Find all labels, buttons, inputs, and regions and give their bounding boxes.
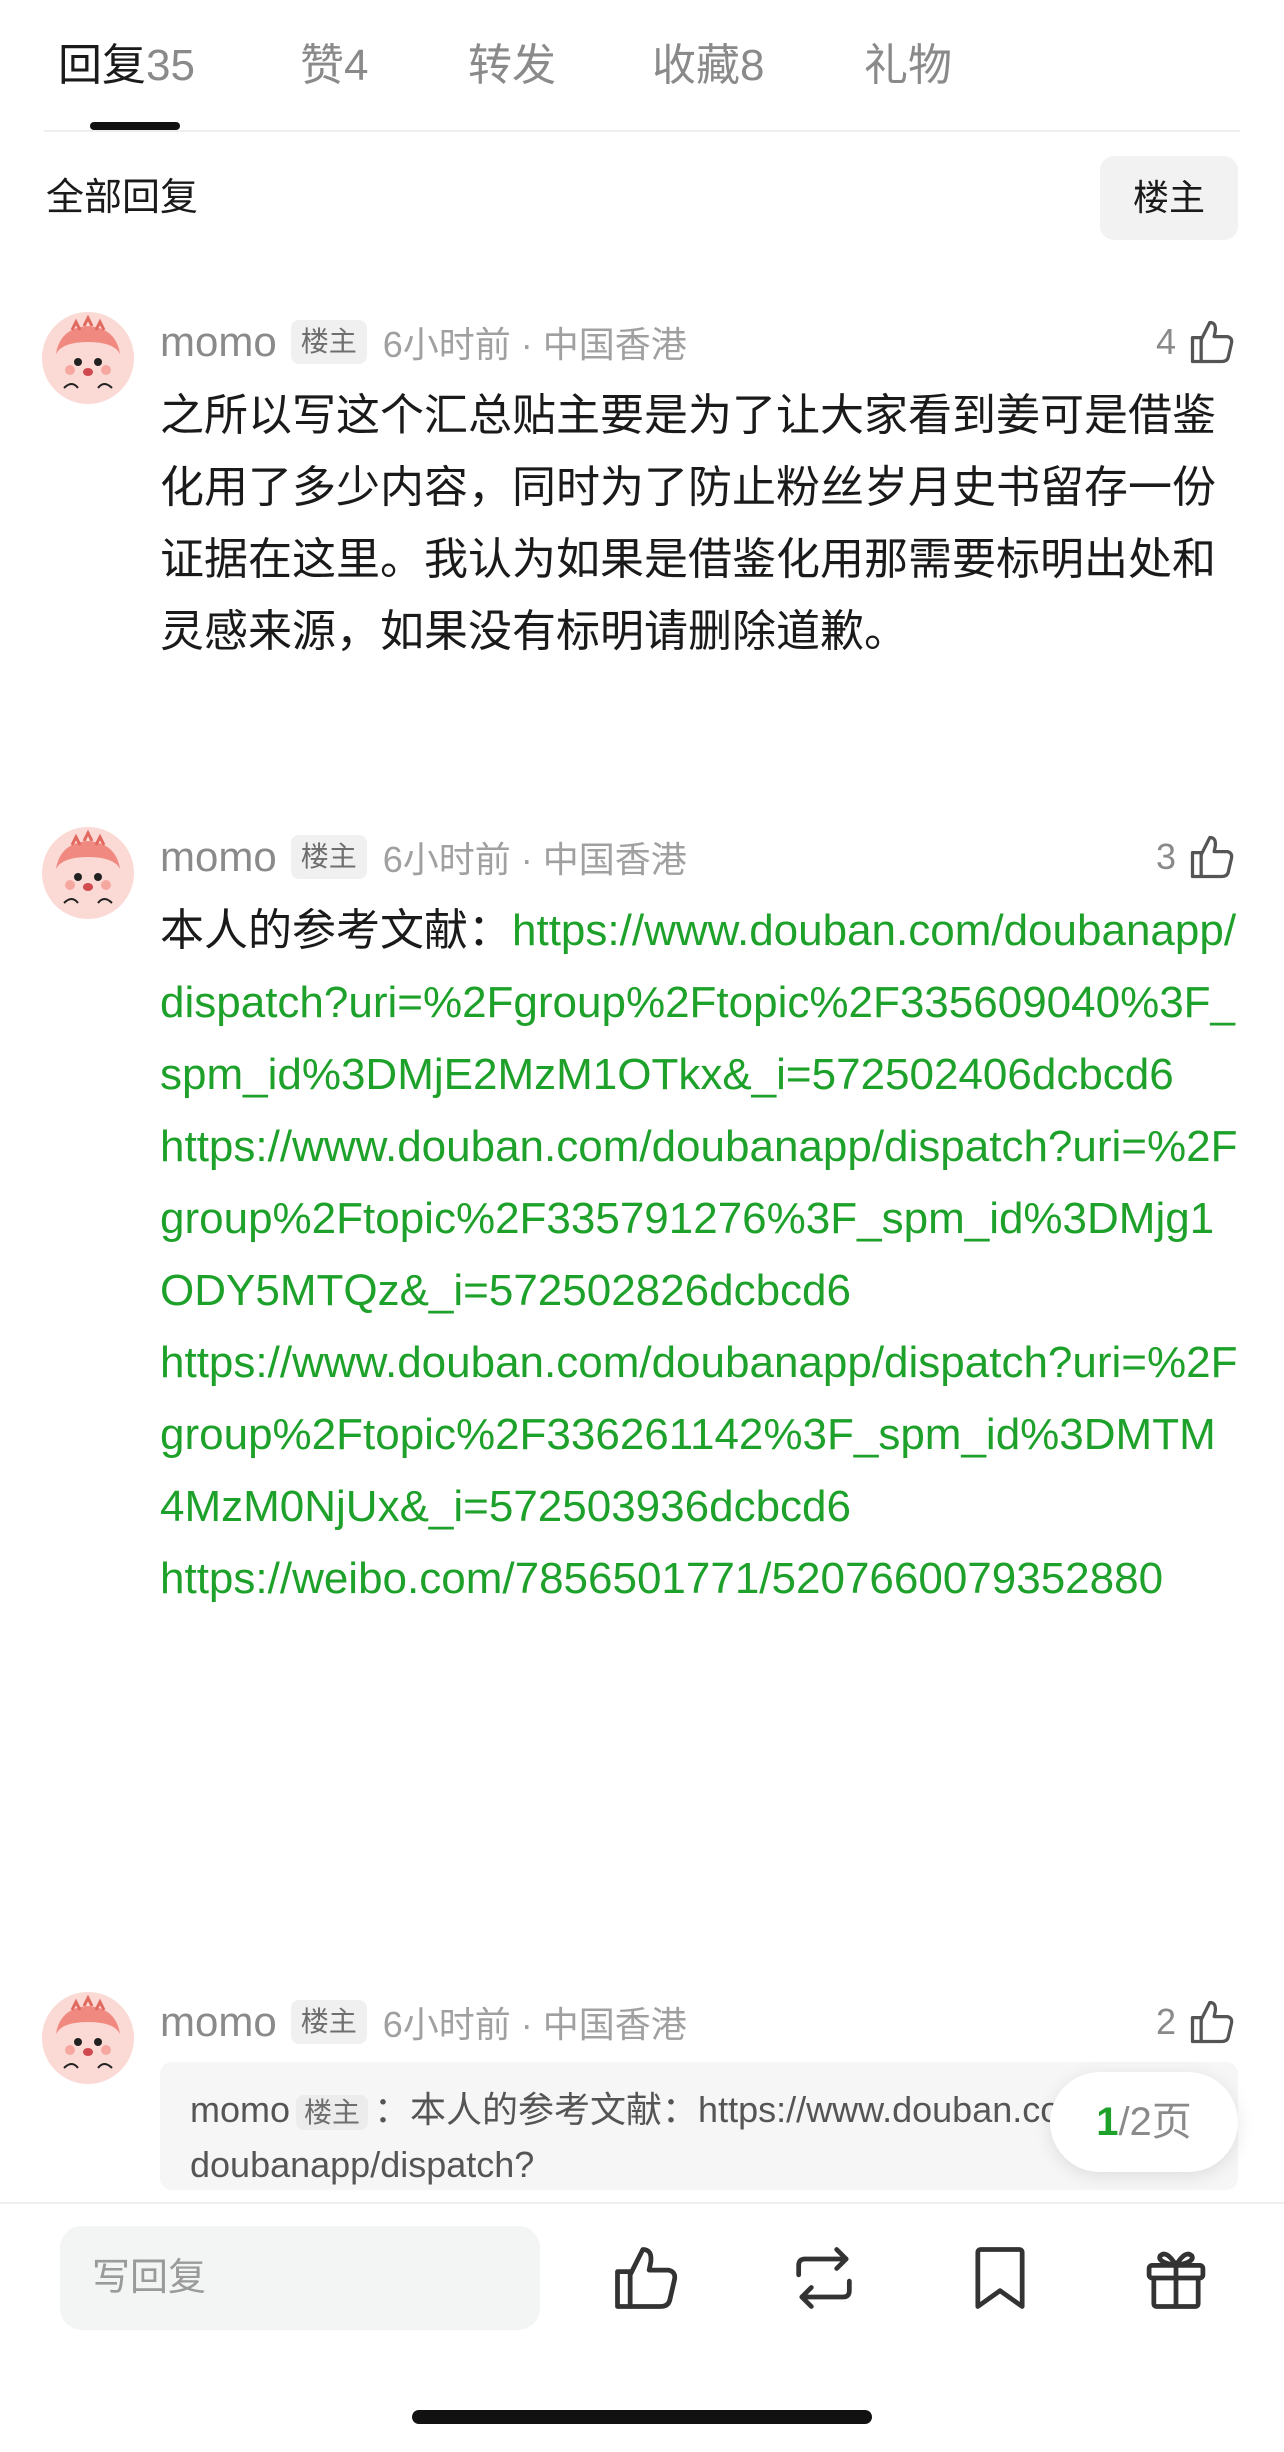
- reference-link[interactable]: https://weibo.com/7856501771/52076600793…: [160, 1543, 1240, 1615]
- page-indicator[interactable]: 1/2页: [1050, 2072, 1238, 2172]
- comment-meta: momo 楼主 6小时前 · 中国香港: [160, 827, 687, 887]
- gift-icon[interactable]: [1138, 2240, 1214, 2316]
- tab-bar: 回复35 赞4 转发 收藏8 礼物: [0, 0, 1284, 132]
- tab-label: 回复: [58, 41, 146, 90]
- quote-text: doubanapp/dispatch?: [190, 2144, 535, 2185]
- comment-item: momo 楼主 6小时前 · 中国香港 3 本人的参考文献： https://ww…: [0, 827, 1284, 1927]
- like-button[interactable]: 2: [1156, 1992, 1238, 2052]
- tab-label: 收藏: [652, 41, 740, 90]
- tab-gifts[interactable]: 礼物: [864, 36, 952, 96]
- thumbs-up-icon: [1190, 2000, 1234, 2044]
- tab-count: 4: [344, 41, 369, 90]
- timestamp-location: 6小时前 · 中国香港: [382, 2004, 687, 2045]
- op-badge: 楼主: [290, 320, 367, 364]
- comment-meta: momo 楼主 6小时前 · 中国香港: [160, 1992, 687, 2052]
- reply-input[interactable]: 写回复: [60, 2226, 540, 2330]
- quote-author: momo: [190, 2089, 291, 2130]
- avatar[interactable]: [42, 1992, 134, 2084]
- thumbs-up-icon[interactable]: [608, 2240, 684, 2316]
- thumbs-up-icon: [1190, 320, 1234, 364]
- bookmark-icon[interactable]: [962, 2240, 1038, 2316]
- like-button[interactable]: 4: [1156, 312, 1238, 372]
- reference-link[interactable]: https://www.douban.com/doubanapp/dispatc…: [160, 1111, 1240, 1327]
- avatar[interactable]: [42, 312, 134, 404]
- op-only-button[interactable]: 楼主: [1100, 156, 1238, 240]
- current-page: 1: [1096, 2100, 1119, 2144]
- comment-meta: momo 楼主 6小时前 · 中国香港: [160, 312, 687, 372]
- comment-item: momo 楼主 6小时前 · 中国香港 4 之所以写这个汇总贴主要是为了让大家看…: [0, 312, 1284, 732]
- tab-reposts[interactable]: 转发: [468, 36, 556, 96]
- username[interactable]: momo: [160, 318, 277, 366]
- tab-likes[interactable]: 赞4: [300, 36, 368, 96]
- active-tab-indicator: [90, 122, 180, 130]
- comment-text: 之所以写这个汇总贴主要是为了让大家看到姜可是借鉴化用了多少内容，同时为了防止粉丝…: [160, 391, 1216, 656]
- tab-count: 8: [740, 41, 765, 90]
- divider: [44, 130, 1240, 132]
- reference-link[interactable]: https://www.douban.com/doubanapp/dispatc…: [160, 1327, 1240, 1543]
- like-count: 2: [1155, 2001, 1176, 2042]
- like-count: 3: [1155, 836, 1176, 877]
- comment-text: 本人的参考文献： https://www.douban.com/doubanapp…: [160, 895, 1240, 1615]
- filter-label: 全部回复: [46, 177, 199, 219]
- thumbs-up-icon: [1190, 835, 1234, 879]
- total-pages: /2页: [1118, 2100, 1192, 2144]
- op-badge: 楼主: [290, 835, 367, 879]
- tab-label: 赞: [300, 41, 344, 90]
- timestamp-location: 6小时前 · 中国香港: [382, 839, 687, 880]
- username[interactable]: momo: [160, 833, 277, 881]
- timestamp-location: 6小时前 · 中国香港: [382, 324, 687, 365]
- op-badge: 楼主: [296, 2095, 369, 2130]
- reference-prefix: 本人的参考文献：: [160, 906, 512, 955]
- avatar[interactable]: [42, 827, 134, 919]
- quote-text: ：本人的参考文献：https://www.douban.com/: [374, 2089, 1101, 2130]
- tab-favorites[interactable]: 收藏8: [652, 36, 764, 96]
- tab-replies[interactable]: 回复35: [58, 36, 195, 96]
- op-badge: 楼主: [290, 2000, 367, 2044]
- tab-label: 转发: [468, 41, 556, 90]
- like-button[interactable]: 3: [1156, 827, 1238, 887]
- home-indicator[interactable]: [412, 2410, 872, 2424]
- tab-label: 礼物: [864, 41, 952, 90]
- like-count: 4: [1155, 321, 1176, 362]
- username[interactable]: momo: [160, 1998, 277, 2046]
- tab-count: 35: [146, 41, 195, 90]
- repost-icon[interactable]: [786, 2240, 862, 2316]
